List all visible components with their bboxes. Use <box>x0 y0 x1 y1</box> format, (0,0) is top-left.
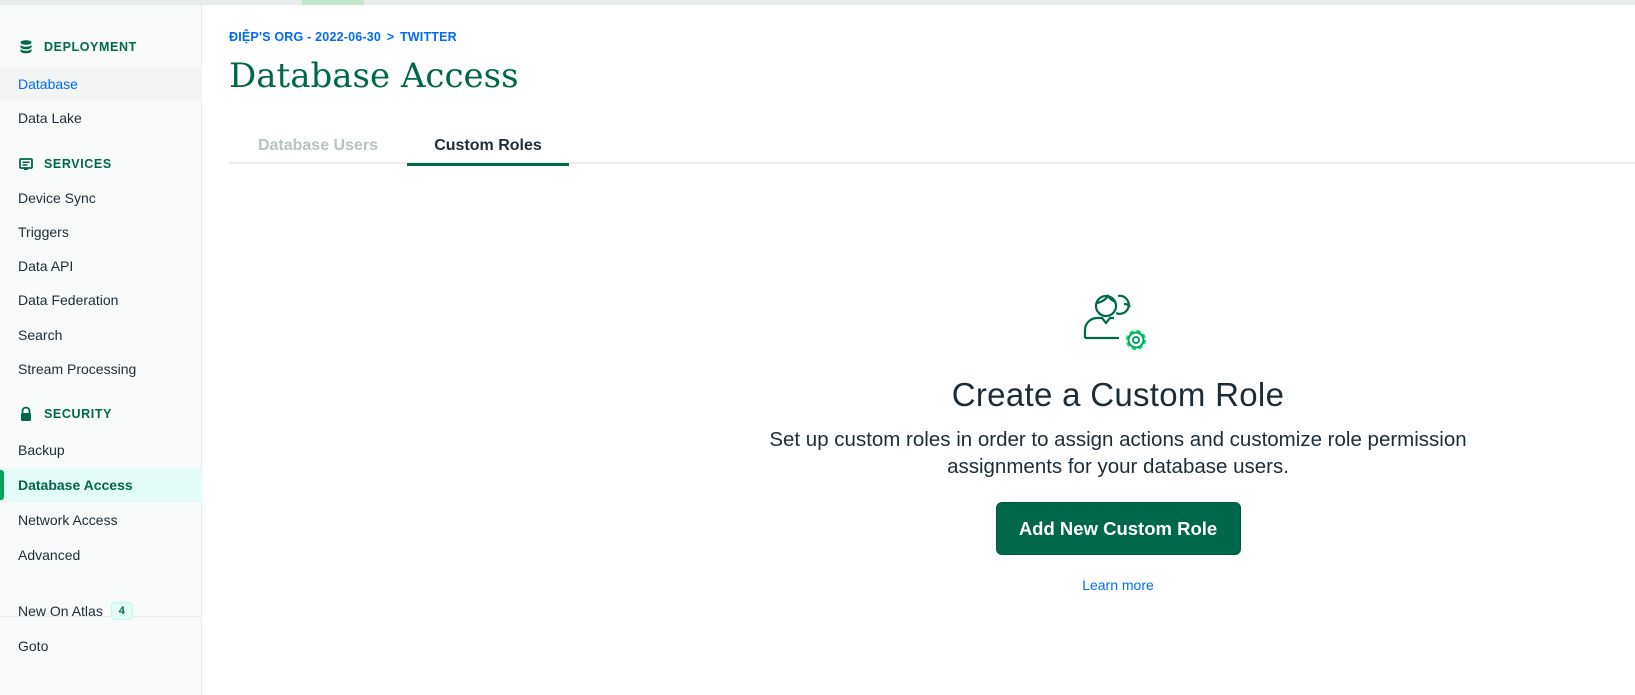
services-icon <box>19 158 33 170</box>
sidebar-item-data-lake[interactable]: Data Lake <box>0 101 202 135</box>
add-new-custom-role-button[interactable]: Add New Custom Role <box>995 502 1241 555</box>
section-security-label: SECURITY <box>44 407 113 421</box>
tab-custom-roles[interactable]: Custom Roles <box>407 128 569 166</box>
sidebar-item-advanced[interactable]: Advanced <box>0 538 202 572</box>
sidebar: DEPLOYMENT Database Data Lake SERVICES D… <box>0 5 202 695</box>
sidebar-item-database[interactable]: Database <box>0 67 202 101</box>
breadcrumb-separator: > <box>386 30 395 44</box>
breadcrumb: ĐIỆP'S ORG - 2022-06-30 > TWITTER <box>229 30 457 44</box>
top-bar <box>0 0 1635 5</box>
sidebar-item-stream-processing[interactable]: Stream Processing <box>0 352 202 386</box>
breadcrumb-project[interactable]: TWITTER <box>400 30 457 44</box>
section-security: SECURITY <box>18 406 112 422</box>
sidebar-item-backup[interactable]: Backup <box>0 433 202 467</box>
sidebar-item-new-on-atlas[interactable]: New On Atlas 4 <box>0 594 202 628</box>
empty-state-title: Create a Custom Role <box>951 376 1285 413</box>
sidebar-item-network-access[interactable]: Network Access <box>0 503 202 537</box>
sidebar-item-data-api[interactable]: Data API <box>0 249 202 283</box>
empty-state-description: Set up custom roles in order to assign a… <box>769 428 1467 478</box>
sidebar-item-database-access[interactable]: Database Access <box>0 468 202 502</box>
sidebar-item-goto[interactable]: Goto <box>0 629 202 663</box>
section-services: SERVICES <box>18 156 112 172</box>
empty-state: Create a Custom Role Set up custom roles… <box>700 290 1536 593</box>
section-deployment: DEPLOYMENT <box>18 39 137 55</box>
sidebar-item-search[interactable]: Search <box>0 318 202 352</box>
top-bar-accent <box>302 0 364 5</box>
lock-icon <box>21 406 31 421</box>
learn-more-link[interactable]: Learn more <box>700 577 1536 593</box>
user-gear-icon <box>1083 294 1147 351</box>
sidebar-item-triggers[interactable]: Triggers <box>0 215 202 249</box>
sidebar-item-data-federation[interactable]: Data Federation <box>0 283 202 317</box>
database-icon <box>20 40 32 54</box>
page-title: Database Access <box>229 56 519 96</box>
new-on-atlas-label: New On Atlas <box>18 603 103 619</box>
sidebar-item-device-sync[interactable]: Device Sync <box>0 181 202 215</box>
new-count-badge: 4 <box>110 602 133 620</box>
tab-bar: Database Users Custom Roles <box>229 128 1635 166</box>
breadcrumb-org[interactable]: ĐIỆP'S ORG - 2022-06-30 <box>229 30 381 44</box>
section-services-label: SERVICES <box>44 157 112 171</box>
tab-database-users[interactable]: Database Users <box>229 128 407 164</box>
section-deployment-label: DEPLOYMENT <box>44 40 137 54</box>
